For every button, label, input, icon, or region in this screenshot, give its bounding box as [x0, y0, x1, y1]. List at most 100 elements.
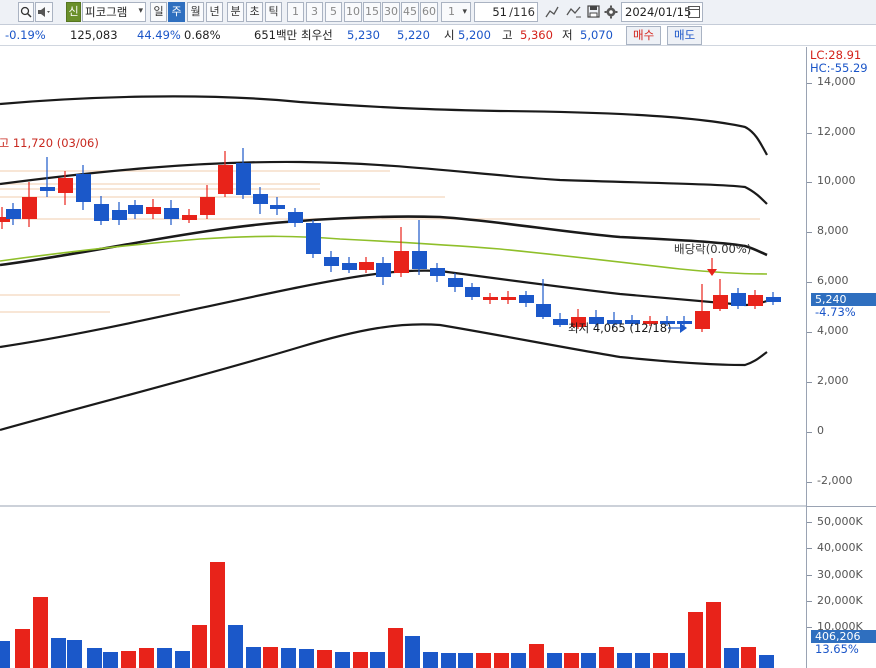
price-tick: 14,000 [817, 75, 856, 88]
interval-5[interactable]: 5 [325, 2, 342, 22]
low-price: 5,070 [580, 28, 613, 42]
volume-bar [670, 653, 685, 668]
price-axis[interactable]: LC:28.91 HC:-55.29 14,000 12,000 10,000 … [806, 47, 876, 668]
trade-amount: 651백만 [254, 28, 298, 42]
tab-week[interactable]: 주 [168, 2, 185, 22]
search-icon[interactable] [18, 2, 34, 22]
candle-body [695, 311, 710, 329]
interval-3[interactable]: 3 [306, 2, 323, 22]
volume-bar [299, 649, 314, 668]
candle-body [6, 209, 21, 219]
price-tick: 10,000 [817, 174, 856, 187]
date-input[interactable]: 2024/01/15 [621, 2, 703, 22]
volume-bar [724, 648, 739, 668]
interval-30[interactable]: 30 [382, 2, 400, 22]
interval-select[interactable]: 1 ▾ [441, 2, 471, 22]
volume-bar [441, 653, 456, 668]
volume-bar [139, 648, 154, 668]
volume-bars [0, 562, 774, 668]
chevron-down-icon: ▾ [462, 7, 467, 17]
volume-bar [423, 652, 438, 668]
gear-icon[interactable] [602, 2, 620, 22]
best-bid: 5,220 [397, 28, 430, 42]
high-annotation: 최고 11,720 (03/06) [0, 136, 99, 150]
volume-bar [353, 652, 368, 668]
chart-toolbar: 신 피코그램 ▾ 일 주 월 년 분 초 틱 1 3 5 10 15 30 45… [0, 0, 876, 25]
candle-body [164, 208, 179, 219]
sell-button[interactable]: 매도 [667, 26, 703, 45]
candle-body [112, 210, 127, 220]
volume-bar [370, 652, 385, 668]
tab-month[interactable]: 월 [187, 2, 204, 22]
high-label: 고 [502, 28, 513, 42]
tab-minute[interactable]: 분 [227, 2, 244, 22]
volume-bar [741, 647, 756, 668]
price-tick: 8,000 [817, 224, 849, 237]
volume-bar [246, 647, 261, 668]
candle-body [465, 287, 480, 297]
page-total: /116 [509, 5, 535, 19]
band-lower-outer [0, 323, 768, 432]
volume-bar [67, 640, 82, 668]
best-ask-label: 최우선 [301, 28, 333, 42]
candle-body [748, 295, 763, 306]
stock-name-field[interactable]: 피코그램 ▾ [82, 2, 146, 22]
volume-bar [335, 652, 350, 668]
candle-body [270, 205, 285, 209]
candle-body [324, 257, 339, 266]
tab-year[interactable]: 년 [206, 2, 223, 22]
volume-bar [529, 644, 544, 668]
buy-button[interactable]: 매수 [626, 26, 662, 45]
candle-body [200, 197, 215, 215]
hc-label: HC:-55.29 [810, 61, 868, 75]
volume-bar [175, 651, 190, 668]
current-change: -4.73% [815, 305, 856, 319]
volume-rate: 44.49% [137, 28, 181, 42]
page-counter[interactable]: 51 /116 [474, 2, 538, 22]
price-tick: 12,000 [817, 125, 856, 138]
candle-body [342, 263, 357, 270]
credit-badge[interactable]: 신 [66, 2, 81, 22]
low-label: 저 [562, 28, 573, 42]
candle-body [218, 165, 233, 194]
volume-bar [617, 653, 632, 668]
lc-label: LC:28.91 [810, 48, 862, 62]
interval-1[interactable]: 1 [287, 2, 304, 22]
volume-bar [281, 648, 296, 668]
speaker-icon[interactable] [35, 2, 53, 22]
candle-body [76, 174, 91, 202]
tab-day[interactable]: 일 [150, 2, 167, 22]
candle-body [253, 194, 268, 204]
line-tool-icon[interactable] [543, 2, 561, 22]
interval-15[interactable]: 15 [363, 2, 381, 22]
price-tick: 0 [817, 424, 824, 437]
volume-bar [581, 653, 596, 668]
volume-tick: 30,000K [817, 568, 863, 581]
volume-bar [388, 628, 403, 668]
volume-bar [476, 653, 491, 668]
candle-body [713, 295, 728, 309]
volume-bar [210, 562, 225, 668]
candle-body [519, 295, 534, 303]
best-ask: 5,230 [347, 28, 380, 42]
volume-tick: 40,000K [817, 541, 863, 554]
candle-body [128, 205, 143, 214]
volume-tick: 50,000K [817, 515, 863, 528]
tab-second[interactable]: 초 [246, 2, 263, 22]
candle-body [448, 278, 463, 287]
volume-bar [547, 653, 562, 668]
calendar-icon[interactable] [688, 6, 700, 18]
interval-10[interactable]: 10 [344, 2, 362, 22]
interval-45[interactable]: 45 [401, 2, 419, 22]
indicator-icon[interactable] [564, 2, 584, 22]
candle-body [146, 207, 161, 214]
save-icon[interactable] [584, 2, 602, 22]
price-volume-chart[interactable]: 최고 11,720 (03/06) 배당락(0.00%) 최저 4,065 (1… [0, 47, 806, 668]
volume-bar [458, 653, 473, 668]
dropdown-icon[interactable]: ▾ [138, 2, 143, 20]
open-price: 5,200 [458, 28, 491, 42]
dividend-annotation: 배당락(0.00%) [674, 242, 751, 256]
candle-body [376, 263, 391, 277]
interval-60[interactable]: 60 [420, 2, 438, 22]
tab-tick[interactable]: 틱 [265, 2, 282, 22]
